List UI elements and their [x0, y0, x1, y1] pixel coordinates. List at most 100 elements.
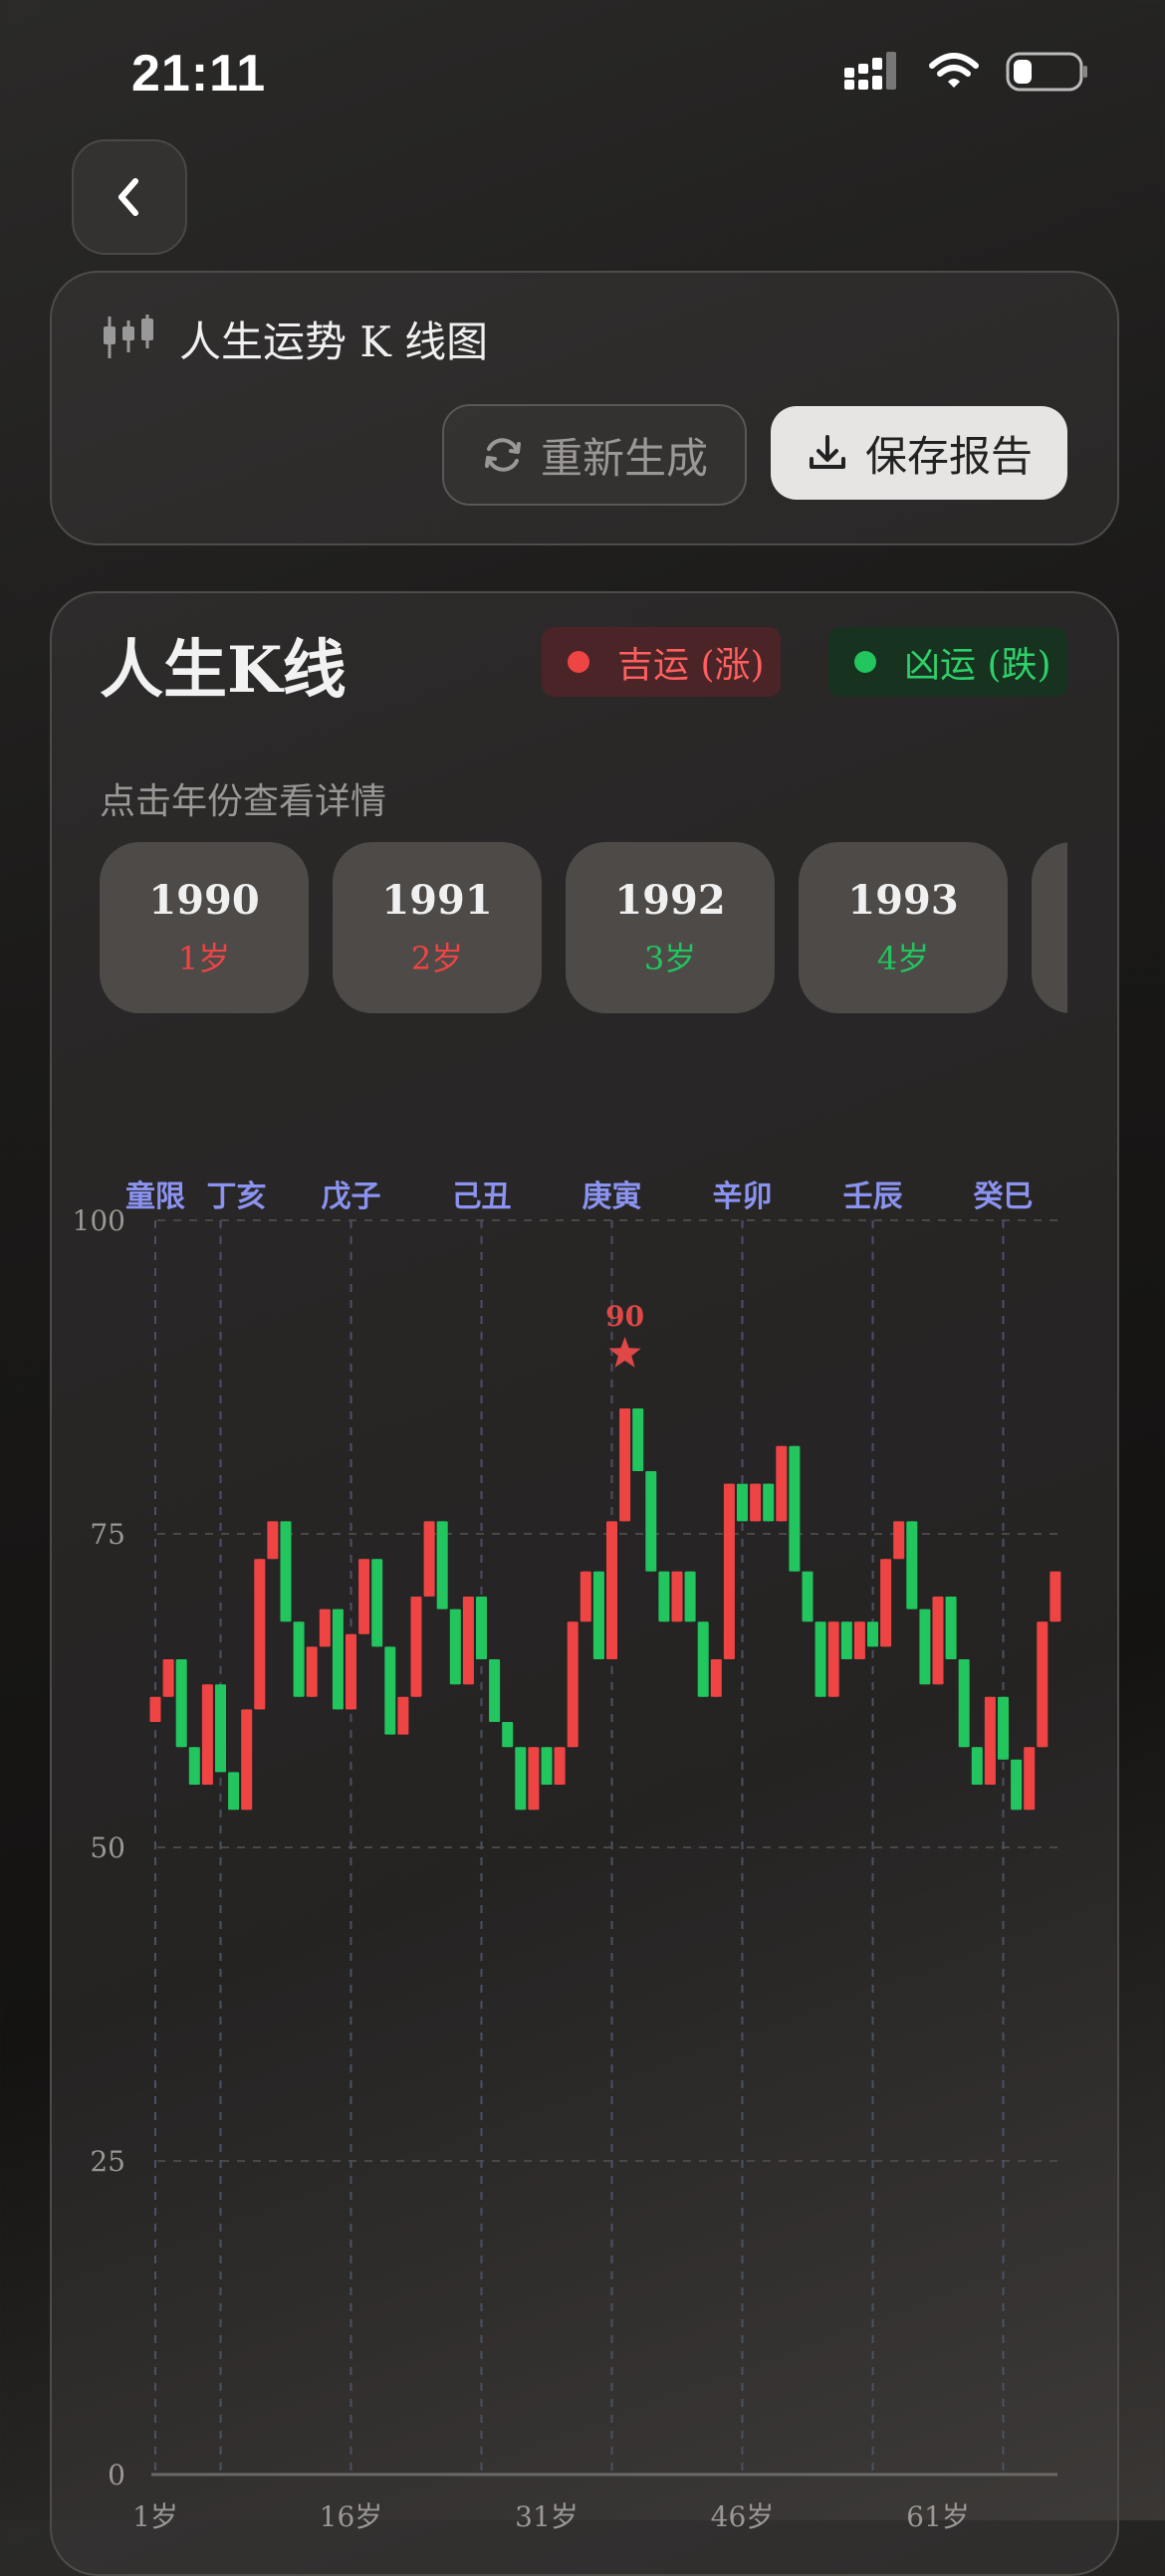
candle — [280, 1521, 292, 1622]
candle — [606, 1521, 617, 1659]
year-chip-1992[interactable]: 1992 3岁 — [566, 842, 775, 1013]
header-card: 人生运势 K 线图 重新生成 保存报告 — [50, 271, 1119, 545]
legend-up-badge: 吉运 (涨) — [542, 627, 781, 697]
candle — [332, 1609, 344, 1710]
chevron-left-icon — [118, 178, 138, 216]
year-chip-next[interactable] — [1032, 842, 1067, 1013]
candle — [346, 1633, 356, 1710]
candle — [971, 1747, 983, 1785]
hint-text: 点击年份查看详情 — [100, 781, 387, 822]
candle — [723, 1483, 735, 1659]
y-tick-label: 75 — [90, 1518, 125, 1551]
status-icons — [842, 52, 1089, 92]
y-tick-label: 100 — [73, 1204, 125, 1237]
legend-down-badge: 凶运 (跌) — [828, 627, 1067, 697]
candle — [319, 1609, 331, 1647]
candle — [932, 1597, 944, 1685]
period-label: 童限 — [125, 1180, 185, 1214]
y-tick-label: 50 — [90, 1831, 125, 1864]
x-tick-label: 31岁 — [515, 2500, 579, 2533]
year-value: 1991 — [381, 876, 493, 924]
candle — [737, 1483, 748, 1522]
candle — [567, 1621, 579, 1748]
candle — [840, 1621, 852, 1659]
candle — [267, 1521, 279, 1560]
year-value: 1990 — [148, 876, 260, 924]
candle — [776, 1445, 788, 1522]
regenerate-button[interactable]: 重新生成 — [442, 404, 747, 506]
year-chip-1993[interactable]: 1993 4岁 — [799, 842, 1008, 1013]
period-label: 己丑 — [452, 1180, 512, 1214]
candle — [998, 1696, 1009, 1760]
legend-down-dot — [854, 651, 876, 673]
kline-card: 人生K线 吉运 (涨) 凶运 (跌) 点击年份查看详情 1990 1岁 1991… — [50, 591, 1119, 2576]
candle — [371, 1559, 383, 1647]
candle — [697, 1621, 709, 1697]
candle — [476, 1597, 487, 1659]
candle — [893, 1521, 905, 1560]
status-time: 21:11 — [131, 45, 267, 103]
candle — [827, 1621, 839, 1697]
candle — [528, 1747, 540, 1811]
candle — [228, 1772, 240, 1811]
kline-chart[interactable]: 0 25 50 75 100童限 丁亥 戊子 己丑 庚寅 辛卯 壬辰 癸巳 1岁 16岁 31岁 46岁 61岁… — [52, 1111, 1117, 2574]
age-value: 1岁 — [177, 939, 231, 977]
candle — [149, 1696, 161, 1722]
year-chip-1991[interactable]: 1991 2岁 — [333, 842, 542, 1013]
candle — [541, 1747, 553, 1785]
candle — [241, 1709, 253, 1811]
year-selector[interactable]: 1990 1岁 1991 2岁 1992 3岁 1993 4岁 — [100, 842, 1067, 1013]
candle — [671, 1571, 683, 1622]
candle — [201, 1684, 213, 1785]
period-label: 庚寅 — [582, 1180, 642, 1214]
candle — [880, 1559, 892, 1647]
candle — [489, 1659, 501, 1722]
candle — [750, 1483, 762, 1522]
candle — [789, 1445, 801, 1572]
candle — [188, 1747, 200, 1785]
x-tick-label: 61岁 — [906, 2500, 970, 2533]
candle — [215, 1684, 226, 1773]
regenerate-label: 重新生成 — [540, 433, 708, 483]
candle — [397, 1696, 409, 1735]
back-button[interactable] — [72, 139, 187, 255]
candle — [632, 1408, 644, 1471]
candle — [554, 1747, 566, 1785]
period-label: 壬辰 — [843, 1180, 903, 1214]
candle — [293, 1621, 305, 1697]
peak-star-icon — [608, 1337, 641, 1368]
peak-label: 90 — [605, 1300, 644, 1333]
candle — [436, 1521, 448, 1610]
status-bar: 21:11 — [0, 0, 1165, 149]
candlestick-icon — [104, 315, 153, 358]
year-value: 1993 — [847, 876, 959, 924]
candle — [449, 1609, 461, 1685]
period-label: 戊子 — [322, 1180, 381, 1214]
candle — [619, 1408, 631, 1522]
year-chip-1990[interactable]: 1990 1岁 — [100, 842, 309, 1013]
candle — [958, 1659, 970, 1748]
save-report-label: 保存报告 — [864, 431, 1033, 481]
download-icon — [809, 435, 845, 469]
y-tick-label: 0 — [108, 2459, 125, 2491]
age-value: 4岁 — [876, 939, 930, 977]
candle — [175, 1659, 187, 1748]
candle — [502, 1722, 514, 1748]
x-tick-label: 46岁 — [711, 2500, 775, 2533]
candle — [462, 1597, 474, 1685]
save-report-button[interactable]: 保存报告 — [771, 406, 1067, 500]
period-label: 癸巳 — [973, 1180, 1034, 1214]
candle — [684, 1571, 696, 1622]
kline-title: 人生K线 — [100, 633, 347, 708]
age-value: 3岁 — [643, 939, 697, 977]
candle — [423, 1521, 435, 1597]
page-title: 人生运势 K 线图 — [179, 318, 489, 366]
legend-up-dot — [568, 651, 589, 673]
signal-icon — [844, 52, 896, 90]
period-label: 丁亥 — [207, 1180, 267, 1214]
battery-icon — [1006, 52, 1087, 92]
candle — [853, 1621, 865, 1659]
candle — [358, 1559, 370, 1634]
candle — [306, 1646, 318, 1697]
legend-up-label: 吉运 (涨) — [617, 645, 765, 686]
